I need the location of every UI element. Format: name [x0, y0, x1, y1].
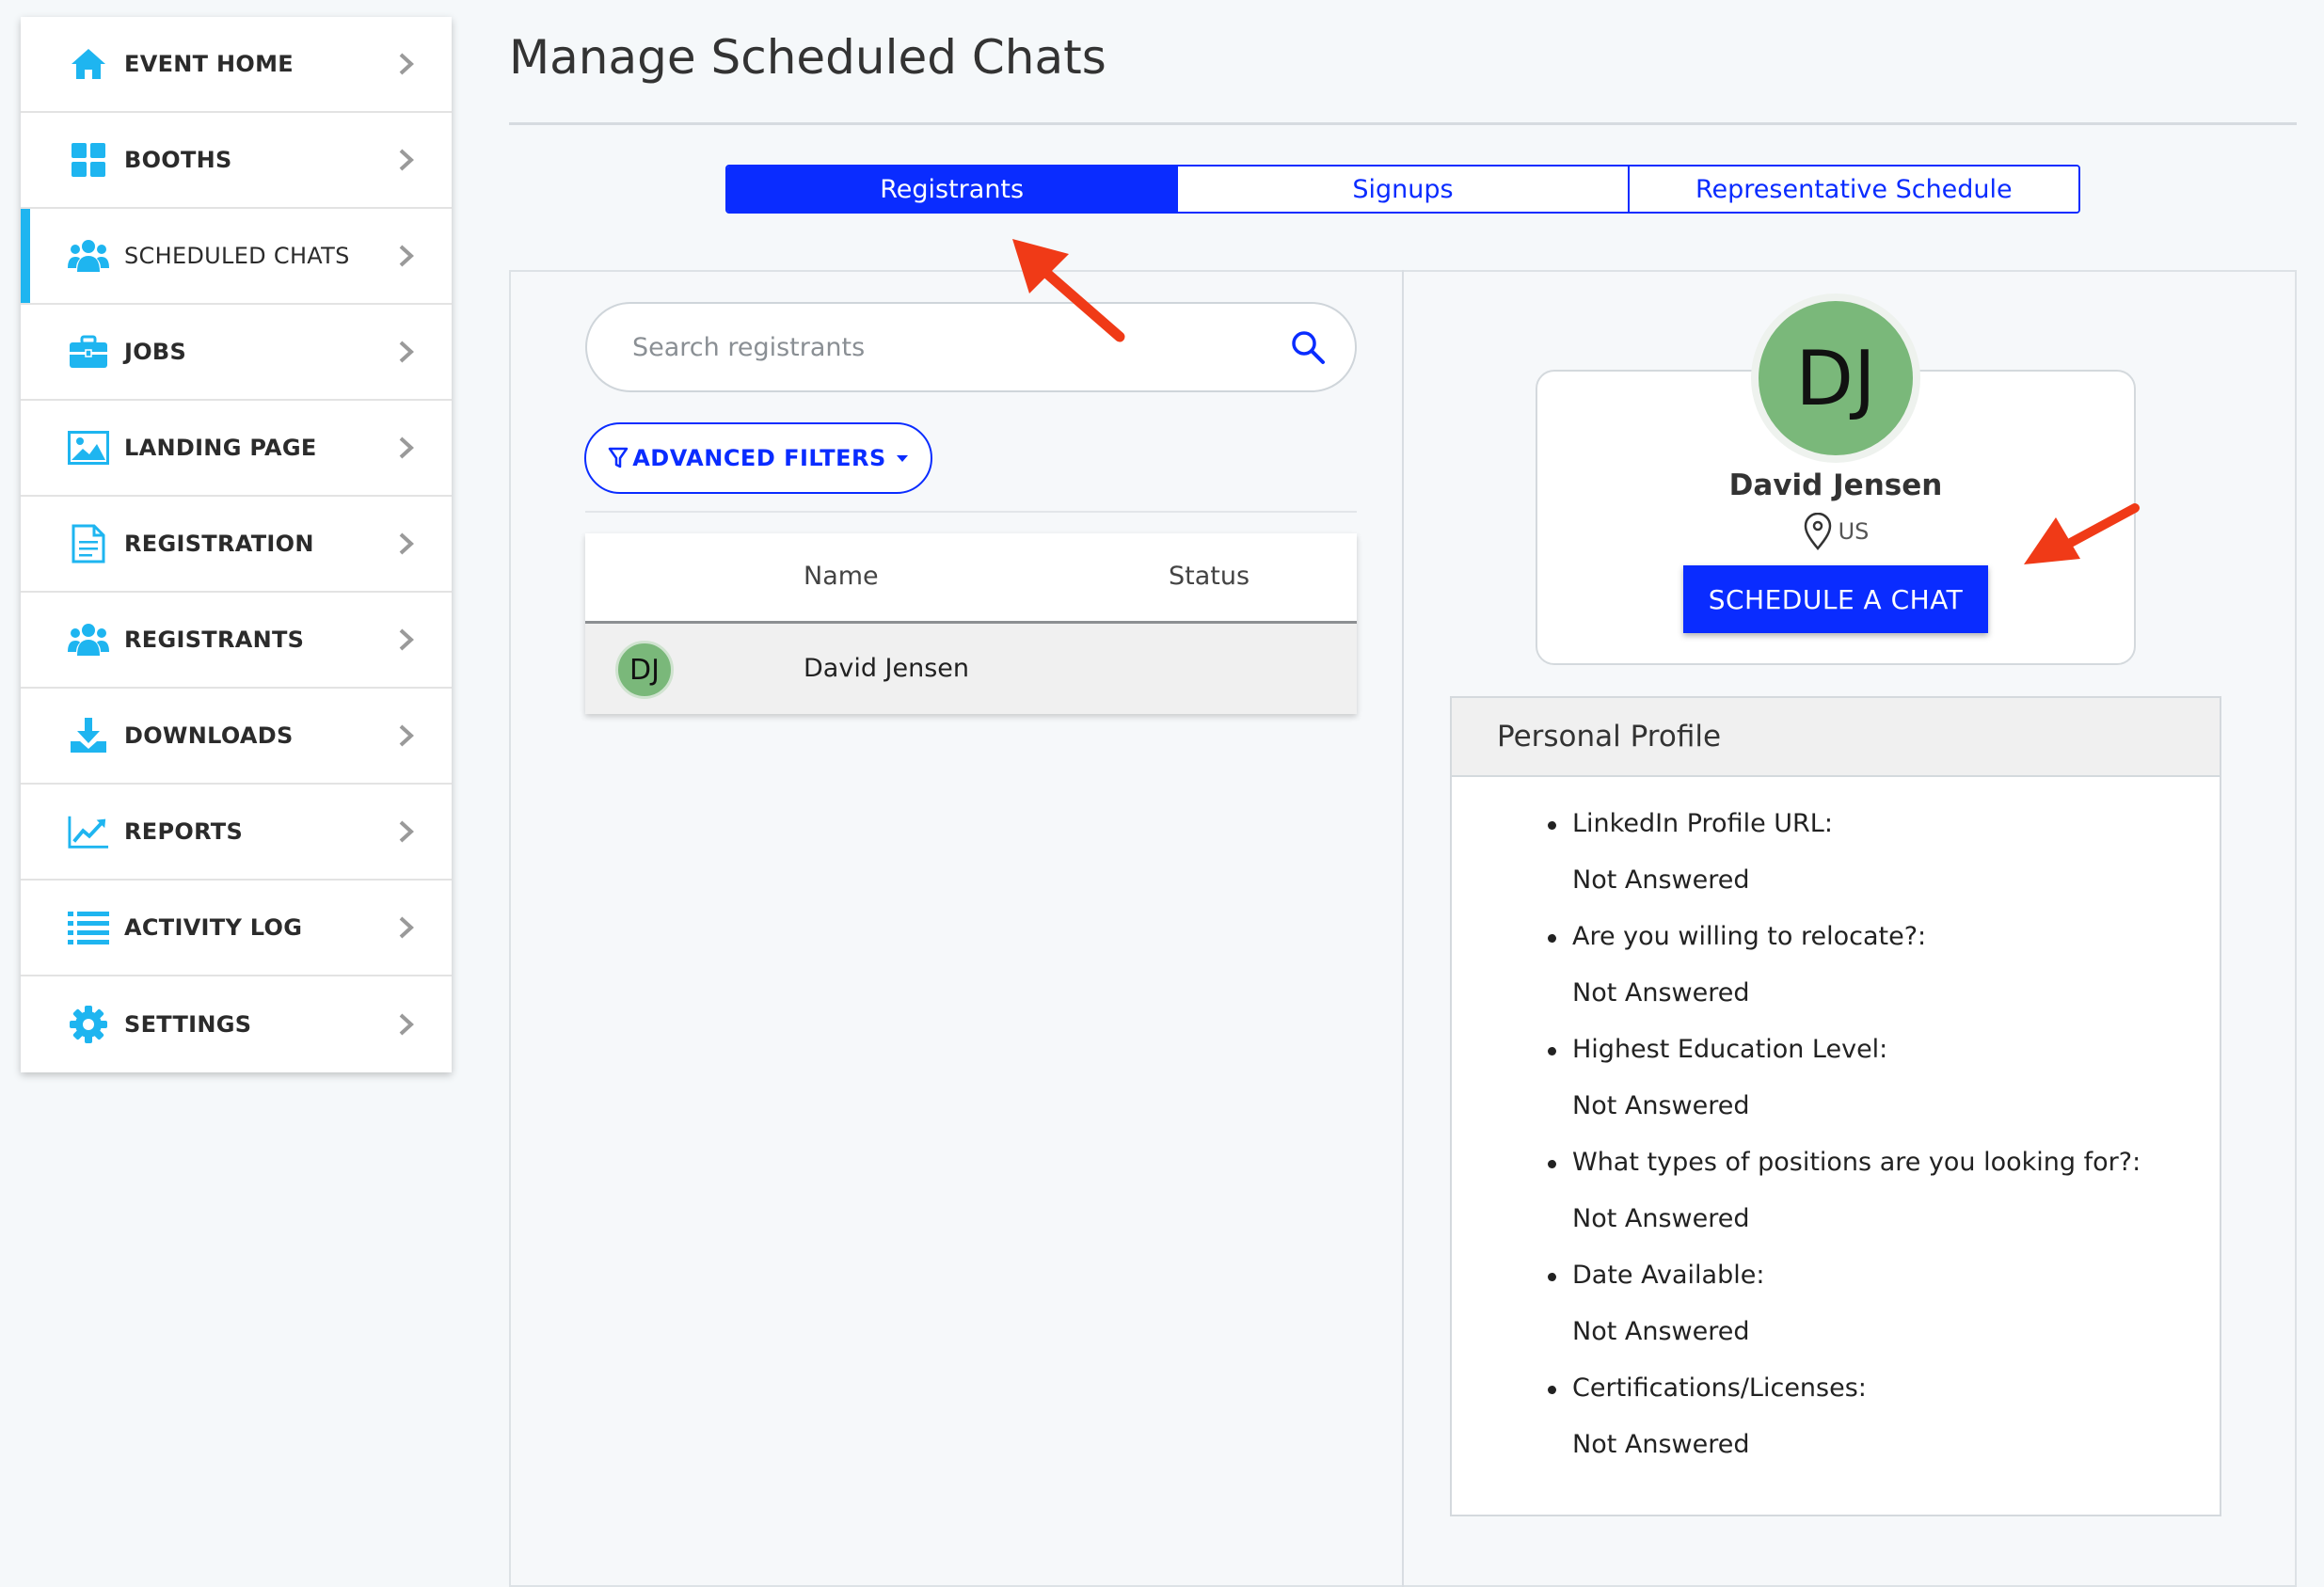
map-pin-icon	[1804, 513, 1831, 550]
sidebar-item-registration[interactable]: REGISTRATION	[21, 497, 452, 593]
download-icon	[68, 715, 109, 756]
grid-icon	[68, 139, 109, 181]
sidebar-item-jobs[interactable]: JOBS	[21, 305, 452, 401]
sidebar-item-landing-page[interactable]: LANDING PAGE	[21, 401, 452, 497]
image-icon	[68, 427, 109, 468]
title-divider	[509, 122, 2297, 125]
avatar: DJ	[615, 641, 674, 699]
sidebar-item-booths[interactable]: BOOTHS	[21, 113, 452, 209]
chevron-right-icon	[399, 341, 414, 363]
sidebar-item-label: REGISTRANTS	[124, 627, 305, 653]
profile-answer: Not Answered	[1572, 865, 1750, 895]
registrant-name: David Jensen	[804, 654, 970, 683]
schedule-chat-button[interactable]: SCHEDULE A CHAT	[1683, 565, 1988, 633]
list-item: Are you willing to relocate?: Not Answer…	[1452, 909, 2220, 1022]
profile-location-text: US	[1838, 518, 1870, 545]
sidebar-item-activity-log[interactable]: ACTIVITY LOG	[21, 881, 452, 976]
sidebar-item-label: EVENT HOME	[124, 51, 294, 77]
list-item: Certifications/Licenses: Not Answered	[1452, 1360, 2220, 1473]
profile-answer: Not Answered	[1572, 1430, 1750, 1459]
profile-question: Certifications/Licenses:	[1548, 1360, 2220, 1417]
list-item: What types of positions are you looking …	[1452, 1135, 2220, 1247]
sidebar-item-label: SCHEDULED CHATS	[124, 243, 350, 269]
chevron-right-icon	[399, 820, 414, 843]
gear-icon	[68, 1004, 109, 1045]
sidebar-item-label: BOOTHS	[124, 147, 232, 173]
profile-question: Highest Education Level:	[1548, 1022, 2220, 1078]
profile-name: David Jensen	[1728, 468, 1943, 502]
search-input[interactable]	[632, 332, 1289, 362]
profile-question: Date Available:	[1548, 1247, 2220, 1304]
sidebar-item-label: REPORTS	[124, 818, 244, 845]
sidebar-item-scheduled-chats[interactable]: SCHEDULED CHATS	[21, 209, 452, 305]
column-header-name[interactable]: Name	[804, 562, 879, 591]
profile-answer: Not Answered	[1572, 1317, 1750, 1346]
chevron-right-icon	[399, 916, 414, 939]
tab-signups[interactable]: Signups	[1178, 167, 1630, 212]
filter-divider	[585, 511, 1357, 513]
chevron-right-icon	[399, 149, 414, 171]
chevron-right-icon	[399, 436, 414, 459]
sidebar-item-label: LANDING PAGE	[124, 435, 317, 461]
advanced-filters-label: ADVANCED FILTERS	[632, 445, 886, 471]
sidebar-item-reports[interactable]: REPORTS	[21, 785, 452, 881]
profile-avatar: DJ	[1751, 294, 1920, 463]
chevron-right-icon	[399, 1013, 414, 1036]
list-item: Highest Education Level: Not Answered	[1452, 1022, 2220, 1135]
list-item: LinkedIn Profile URL: Not Answered	[1452, 796, 2220, 909]
profile-question: LinkedIn Profile URL:	[1548, 796, 2220, 852]
search-icon[interactable]	[1289, 328, 1327, 366]
profile-question: What types of positions are you looking …	[1548, 1135, 2220, 1191]
personal-profile-list: LinkedIn Profile URL: Not Answered Are y…	[1452, 777, 2220, 1473]
sidebar-item-label: REGISTRATION	[124, 531, 314, 557]
personal-profile-section: Personal Profile LinkedIn Profile URL: N…	[1450, 696, 2221, 1516]
briefcase-icon	[68, 331, 109, 373]
chevron-right-icon	[399, 532, 414, 555]
sidebar-item-label: DOWNLOADS	[124, 722, 294, 749]
chart-line-icon	[68, 811, 109, 852]
sidebar-item-label: SETTINGS	[124, 1011, 252, 1038]
sidebar-item-settings[interactable]: SETTINGS	[21, 976, 452, 1072]
sidebar-item-label: ACTIVITY LOG	[124, 914, 303, 941]
chevron-right-icon	[399, 628, 414, 651]
users-icon	[68, 619, 109, 660]
home-icon	[68, 43, 109, 85]
advanced-filters-button[interactable]: ADVANCED FILTERS	[584, 422, 932, 494]
table-header: Name Status	[585, 533, 1357, 624]
registrants-table: Name Status DJ David Jensen	[585, 533, 1357, 714]
chevron-right-icon	[399, 724, 414, 747]
table-row[interactable]: DJ David Jensen	[585, 624, 1357, 714]
chevron-right-icon	[399, 245, 414, 267]
annotation-arrow-icon	[1012, 239, 1125, 342]
sidebar: EVENT HOME BOOTHS SCHEDULED CHATS JOBS L…	[21, 17, 452, 1072]
personal-profile-heading: Personal Profile	[1452, 698, 2220, 777]
users-icon	[68, 235, 109, 277]
column-header-status[interactable]: Status	[1169, 562, 1250, 591]
sidebar-item-registrants[interactable]: REGISTRANTS	[21, 593, 452, 689]
caret-down-icon	[896, 455, 908, 462]
tab-registrants[interactable]: Registrants	[727, 167, 1179, 212]
tab-bar: Registrants Signups Representative Sched…	[725, 165, 2080, 214]
profile-answer: Not Answered	[1572, 1091, 1750, 1120]
list-icon	[68, 907, 109, 948]
profile-answer: Not Answered	[1572, 1204, 1750, 1233]
tab-representative-schedule[interactable]: Representative Schedule	[1629, 167, 2078, 212]
filter-icon	[608, 447, 629, 468]
list-item: Date Available: Not Answered	[1452, 1247, 2220, 1360]
profile-question: Are you willing to relocate?:	[1548, 909, 2220, 965]
sidebar-item-event-home[interactable]: EVENT HOME	[21, 17, 452, 113]
page-title: Manage Scheduled Chats	[509, 30, 1106, 85]
panel-divider	[1402, 270, 1404, 1587]
sidebar-item-downloads[interactable]: DOWNLOADS	[21, 689, 452, 785]
annotation-arrow-icon	[2024, 503, 2140, 564]
sidebar-item-label: JOBS	[124, 339, 187, 365]
document-icon	[68, 523, 109, 564]
profile-answer: Not Answered	[1572, 978, 1750, 1008]
chevron-right-icon	[399, 53, 414, 75]
search-box	[585, 302, 1357, 392]
